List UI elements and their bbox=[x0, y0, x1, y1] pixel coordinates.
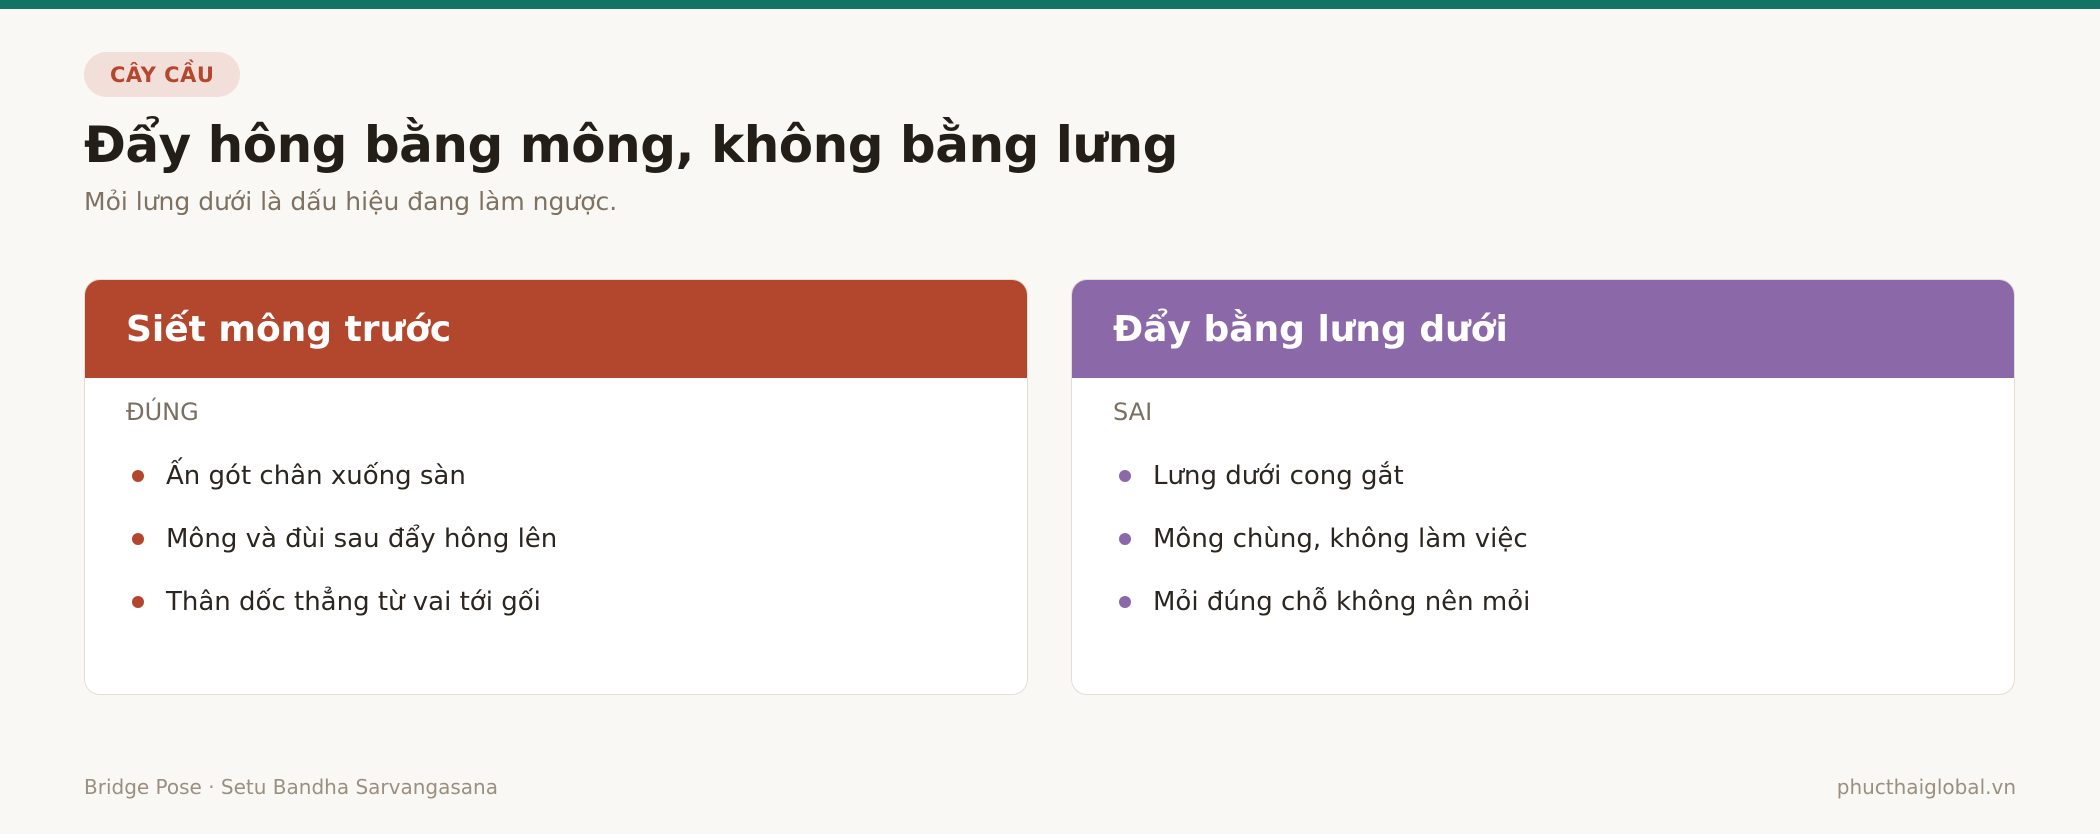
slide-content: CÂY CẦU Đẩy hông bằng mông, không bằng l… bbox=[84, 52, 2016, 695]
bullet-dot-icon bbox=[132, 469, 144, 482]
footer-site-link[interactable]: phucthaiglobal.vn bbox=[1837, 773, 2016, 801]
correct-points-list: Ấn gót chân xuống sàn Mông và đùi sau đẩ… bbox=[126, 444, 986, 633]
category-badge: CÂY CẦU bbox=[84, 52, 241, 97]
list-item: Mỏi đúng chỗ không nên mỏi bbox=[1113, 570, 1973, 633]
wrong-card-body: SAI Lưng dưới cong gắt Mông chùng, không… bbox=[1072, 378, 2014, 633]
list-item: Mông và đùi sau đẩy hông lên bbox=[126, 507, 986, 570]
list-item: Thân dốc thẳng từ vai tới gối bbox=[126, 570, 986, 633]
list-item: Ấn gót chân xuống sàn bbox=[126, 444, 986, 507]
correct-card-title: Siết mông trước bbox=[85, 280, 1027, 378]
comparison-cards: Siết mông trước ĐÚNG Ấn gót chân xuống s… bbox=[84, 279, 2016, 697]
bullet-dot-icon bbox=[1119, 595, 1131, 608]
bullet-dot-icon bbox=[1119, 469, 1131, 482]
list-item-text: Thân dốc thẳng từ vai tới gối bbox=[166, 586, 541, 617]
wrong-points-list: Lưng dưới cong gắt Mông chùng, không làm… bbox=[1113, 444, 1973, 633]
wrong-card-title: Đẩy bằng lưng dưới bbox=[1072, 280, 2014, 378]
wrong-verdict-label: SAI bbox=[1113, 398, 1153, 426]
list-item-text: Mỏi đúng chỗ không nên mỏi bbox=[1153, 586, 1531, 617]
page-title: Đẩy hông bằng mông, không bằng lưng bbox=[84, 116, 1178, 174]
correct-card: Siết mông trước ĐÚNG Ấn gót chân xuống s… bbox=[84, 279, 1028, 695]
wrong-card: Đẩy bằng lưng dưới SAI Lưng dưới cong gắ… bbox=[1071, 279, 2015, 695]
bullet-dot-icon bbox=[132, 532, 144, 545]
top-accent-bar bbox=[0, 0, 2100, 9]
footer-pose-name: Bridge Pose · Setu Bandha Sarvangasana bbox=[84, 775, 498, 799]
footer: Bridge Pose · Setu Bandha Sarvangasana p… bbox=[84, 773, 2016, 801]
correct-verdict-label: ĐÚNG bbox=[126, 398, 199, 426]
list-item-text: Ấn gót chân xuống sàn bbox=[166, 460, 466, 491]
correct-card-body: ĐÚNG Ấn gót chân xuống sàn Mông và đùi s… bbox=[85, 378, 1027, 633]
list-item-text: Mông và đùi sau đẩy hông lên bbox=[166, 523, 558, 554]
list-item-text: Mông chùng, không làm việc bbox=[1153, 523, 1528, 554]
bullet-dot-icon bbox=[1119, 532, 1131, 545]
bullet-dot-icon bbox=[132, 595, 144, 608]
list-item: Mông chùng, không làm việc bbox=[1113, 507, 1973, 570]
page-subtitle: Mỏi lưng dưới là dấu hiệu đang làm ngược… bbox=[84, 187, 618, 216]
list-item: Lưng dưới cong gắt bbox=[1113, 444, 1973, 507]
list-item-text: Lưng dưới cong gắt bbox=[1153, 460, 1404, 491]
